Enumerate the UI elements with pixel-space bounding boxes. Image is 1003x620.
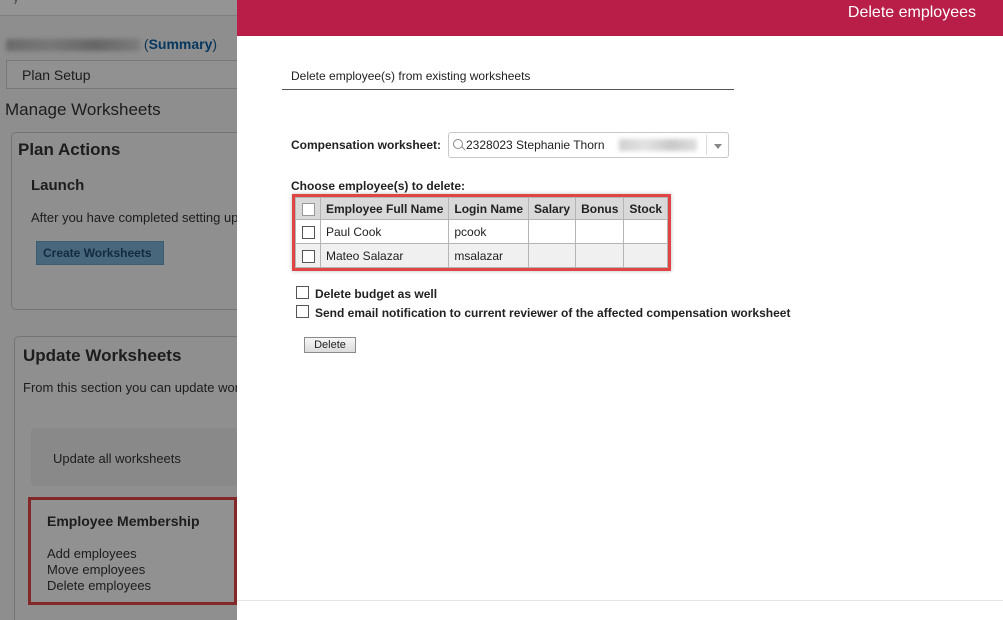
worksheet-redacted [619, 139, 697, 151]
table-row: Mateo Salazar msalazar [295, 243, 669, 268]
worksheet-select[interactable]: 2328023 Stephanie Thorn [448, 132, 729, 158]
row-checkbox-cell [295, 243, 321, 268]
stock-cell [623, 243, 669, 268]
dialog-header: Delete employees [237, 0, 1003, 36]
row-checkbox-cell [295, 219, 321, 244]
send-email-option: Send email notification to current revie… [296, 305, 790, 320]
delete-button[interactable]: Delete [304, 337, 356, 353]
chevron-down-icon[interactable] [714, 144, 722, 149]
salary-cell [528, 243, 577, 268]
delete-budget-label: Delete budget as well [315, 287, 438, 301]
stock-cell [623, 219, 669, 244]
employee-name-cell: Mateo Salazar [319, 243, 450, 268]
subtitle-divider [282, 89, 734, 90]
login-name-cell: msalazar [448, 243, 530, 268]
bonus-cell [575, 243, 625, 268]
delete-employees-dialog: Delete employees Delete employee(s) from… [237, 0, 1003, 620]
column-header-stock: Stock [623, 197, 669, 220]
salary-cell [528, 219, 577, 244]
dialog-subtitle: Delete employee(s) from existing workshe… [291, 69, 531, 83]
column-header-salary: Salary [528, 197, 577, 220]
delete-budget-checkbox[interactable] [296, 286, 309, 299]
search-icon [453, 139, 463, 149]
worksheet-label: Compensation worksheet: [291, 138, 442, 152]
send-email-label: Send email notification to current revie… [315, 306, 791, 320]
row-checkbox[interactable] [301, 249, 315, 263]
row-checkbox[interactable] [301, 225, 315, 239]
column-header-name: Employee Full Name [319, 197, 450, 220]
table-header-row: Employee Full Name Login Name Salary Bon… [295, 197, 669, 220]
table-row: Paul Cook pcook [295, 219, 669, 244]
choose-employees-label: Choose employee(s) to delete: [291, 179, 466, 193]
login-name-cell: pcook [448, 219, 530, 244]
worksheet-select-value: 2328023 Stephanie Thorn [466, 138, 605, 152]
select-all-cell [295, 197, 321, 220]
column-header-bonus: Bonus [575, 197, 625, 220]
send-email-checkbox[interactable] [296, 305, 309, 318]
dialog-footer-divider [237, 600, 1003, 601]
select-divider [706, 135, 707, 155]
employee-table-highlight: Employee Full Name Login Name Salary Bon… [292, 194, 672, 271]
column-header-login: Login Name [448, 197, 530, 220]
select-all-checkbox[interactable] [301, 202, 315, 216]
employee-table: Employee Full Name Login Name Salary Bon… [295, 197, 669, 268]
bonus-cell [575, 219, 625, 244]
delete-budget-option: Delete budget as well [296, 286, 437, 301]
employee-name-cell: Paul Cook [319, 219, 450, 244]
